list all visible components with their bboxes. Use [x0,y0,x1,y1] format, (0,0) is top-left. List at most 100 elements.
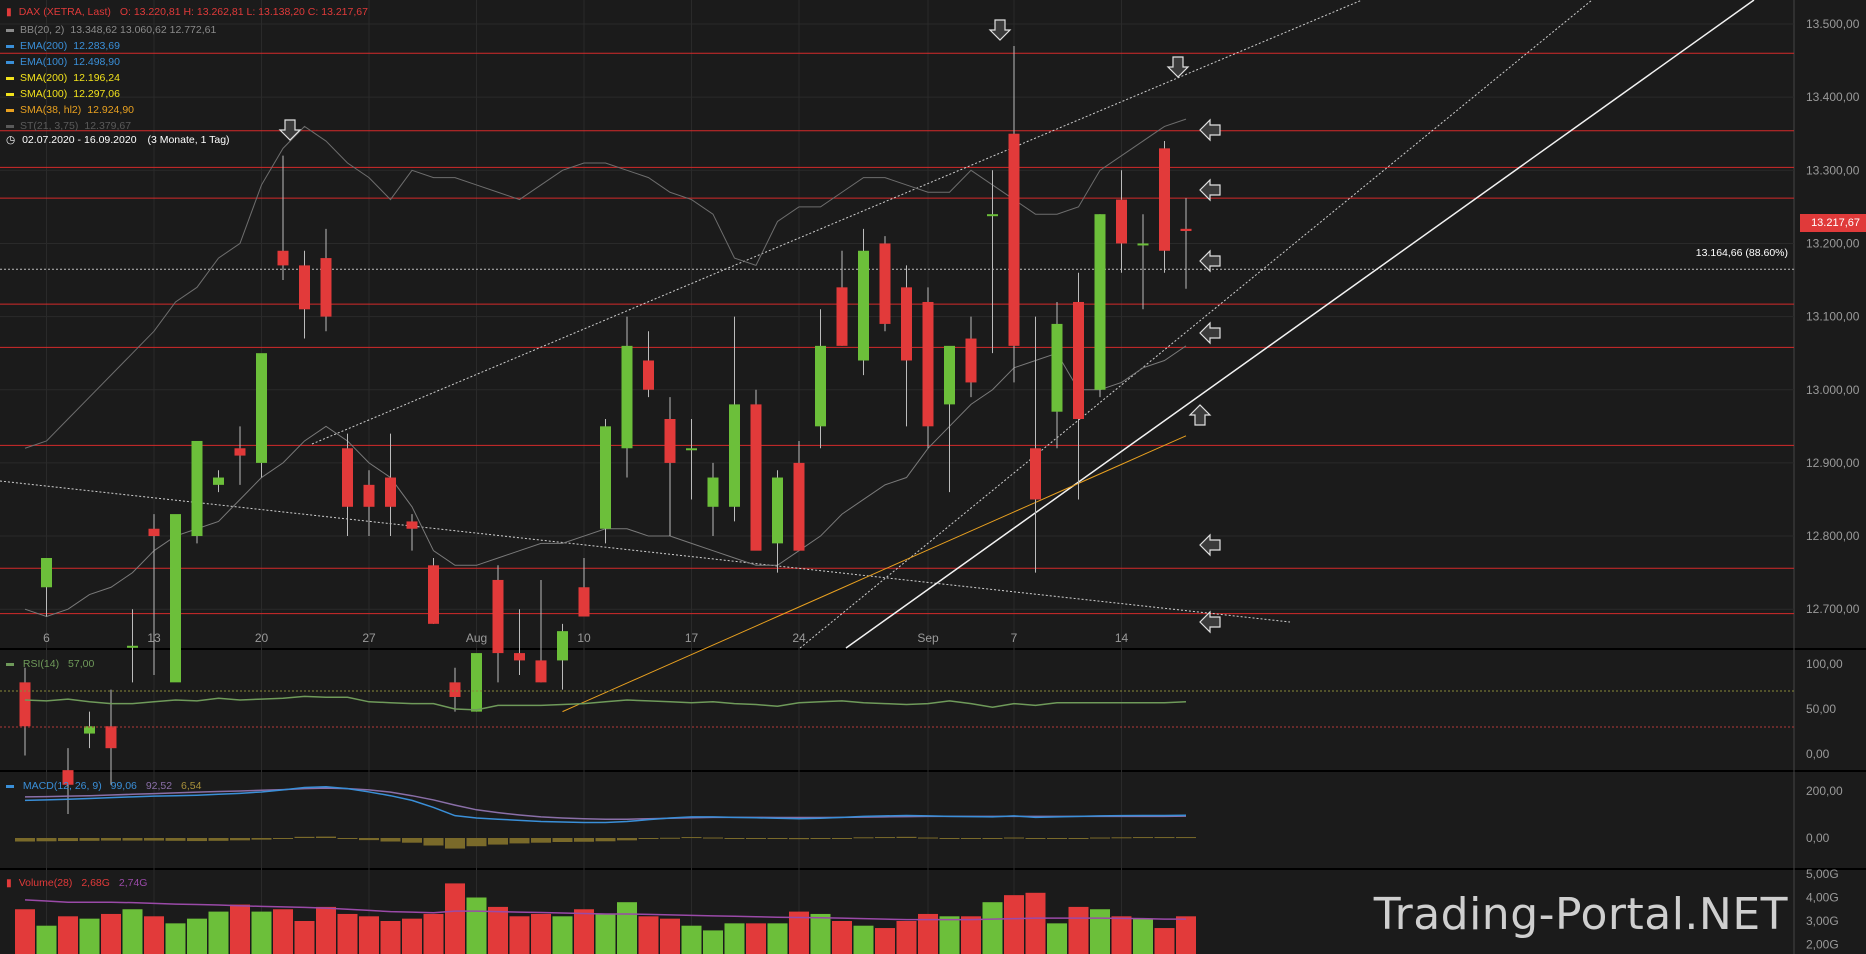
volume-bar [423,913,444,954]
candle-body [342,448,353,507]
volume-tick-label: 4,00G [1806,891,1839,905]
macd-histogram-bar [1154,837,1175,839]
volume-bar [746,923,766,954]
macd-legend: MACD(12, 26, 9) 99,06 92,52 6,54 [6,780,201,792]
price-tick-label: 13.400,00 [1806,90,1860,104]
macd-label: MACD(12, 26, 9) [22,780,102,792]
range-info: (3 Monate, 1 Tag) [147,134,230,146]
x-tick-label: 6 [43,631,50,645]
macd-histogram-bar [337,838,358,839]
macd-histogram-bar [208,838,229,841]
volume-bar [552,916,573,954]
macd-histogram-bar [144,838,164,841]
candle-body [1116,199,1127,244]
macd-histogram-bar [810,838,831,839]
indicator-value: 12.379,67 [84,120,132,132]
ohlc-values: O: 13.220,81 H: 13.262,81 L: 13.138,20 C… [119,6,368,18]
candle-body [1159,148,1170,251]
candle-body [858,250,869,361]
candle-body [557,631,568,661]
indicator-legend-row: EMA(200) 12.283,69 [6,39,120,53]
volume-tick-label: 5,00G [1806,867,1839,881]
indicator-value: 12.498,90 [73,56,120,68]
rsi-tick-label: 100,00 [1806,657,1843,671]
macd-histogram-bar [380,838,401,842]
candle-body [793,462,805,551]
macd-value-2: 92,52 [145,780,173,792]
instrument-name: DAX (XETRA, Last) [18,6,111,18]
indicator-label: SMA(100) [20,88,68,100]
volume-value-2: 2,74G [118,877,148,889]
volume-bar [144,916,164,954]
candle-body [449,682,461,697]
volume-bar [1111,916,1132,954]
macd-histogram-bar [79,838,100,841]
macd-histogram-bar [1090,837,1110,839]
candle-body [148,528,160,537]
candle-body [170,514,181,683]
volume-bar [380,921,401,954]
rsi-tick-label: 50,00 [1806,702,1836,716]
candle-body [471,653,482,712]
candle-body [363,484,375,507]
volume-label: Volume(28) [18,877,73,889]
pane-separator [0,648,1866,650]
macd-histogram-bar [961,838,981,839]
candle-body [1008,133,1020,346]
indicator-label: SMA(200) [20,72,68,84]
macd-histogram-bar [445,838,465,849]
candle-body [41,557,52,588]
indicator-label: BB(20, 2) [20,24,65,36]
macd-histogram-bar [939,838,960,839]
macd-histogram-bar [1004,837,1024,839]
candle-body [1137,243,1149,246]
price-tick-label: 13.500,00 [1806,17,1860,31]
macd-histogram-bar [531,838,551,843]
rsi-label: RSI(14) [22,658,60,670]
indicator-swatch [6,92,14,96]
candle-body [234,448,246,456]
candle-body [277,250,289,266]
volume-bar [165,923,186,954]
volume-bar [36,925,57,954]
indicator-legend-row: BB(20, 2) 13.348,62 13.060,62 12.772,61 [6,23,216,37]
volume-bar [1025,892,1046,954]
volume-bar [359,916,379,954]
x-tick-label: 24 [792,631,806,645]
candle-body [643,360,654,390]
volume-legend: ▮ Volume(28) 2,68G 2,74G [6,877,147,889]
volume-bar [703,930,723,954]
macd-histogram-bar [638,838,659,839]
volume-bar [853,925,874,954]
volume-bar [1090,909,1110,954]
candle-body [578,587,590,617]
x-tick-label: 17 [685,631,699,645]
indicator-swatch [6,76,14,80]
volume-bar [681,925,702,954]
macd-histogram-bar [724,838,745,839]
macd-histogram-bar [703,837,723,839]
date-range: ◷ 02.07.2020 - 16.09.2020 (3 Monate, 1 T… [6,134,230,146]
volume-bar [402,918,422,954]
volume-bar [445,883,465,954]
candle-body [1094,214,1106,390]
rsi-value: 57,00 [68,658,95,670]
macd-histogram-bar [681,837,702,839]
volume-bar [187,918,207,954]
candle-body [428,565,439,624]
volume-bar [58,916,78,954]
price-tick-label: 13.100,00 [1806,310,1860,324]
volume-bar [595,913,616,954]
candle-body [965,338,977,383]
volume-bar [1154,928,1175,954]
macd-histogram-bar [1025,838,1046,839]
candle-body [1180,228,1192,232]
macd-histogram-bar [122,838,143,841]
macd-histogram-bar [918,837,938,839]
chart-canvas: 6 13 20 27 Aug 10 17 24 Sep 7 1413.500,0013.400,00… [0,0,1866,954]
indicator-value: 12.283,69 [73,40,120,52]
volume-bar [79,918,100,954]
macd-histogram-bar [230,838,250,841]
candle-body [686,448,697,451]
volume-bar [724,923,745,954]
